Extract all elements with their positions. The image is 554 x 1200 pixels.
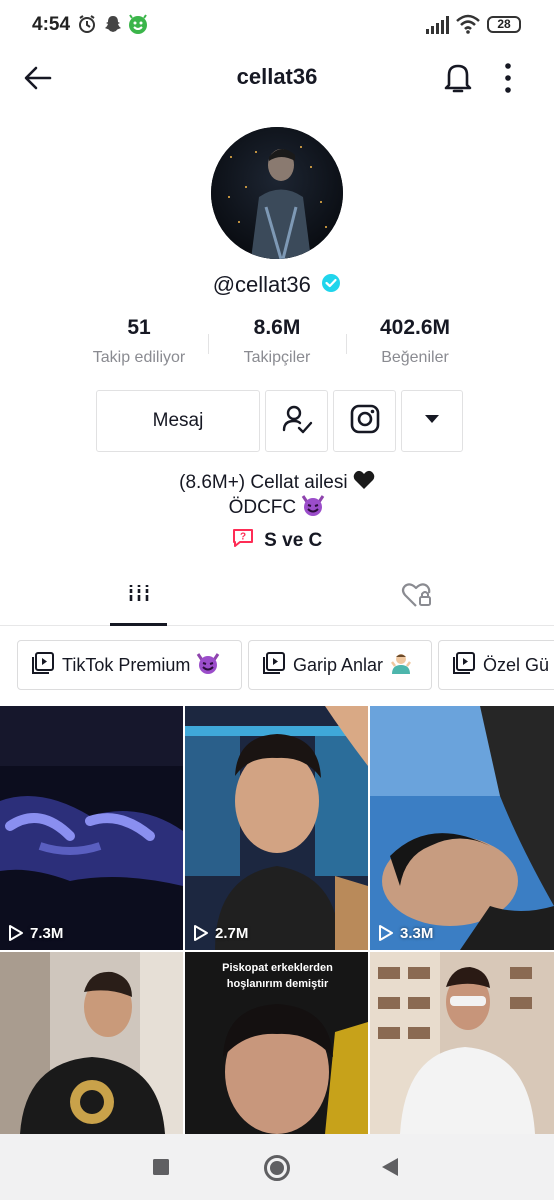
following-check-icon xyxy=(281,403,313,440)
view-count: 7.3M xyxy=(8,924,63,942)
video-caption-line: hoşlanırım demiştir xyxy=(226,978,329,990)
play-icon xyxy=(194,925,208,941)
bio-line-1: (8.6M+) Cellat ailesi xyxy=(0,470,554,496)
view-count: 3.3M xyxy=(378,924,433,942)
view-count: 2.7M xyxy=(193,924,248,942)
smiling-devil-icon xyxy=(301,494,325,522)
battery-icon: 28 xyxy=(487,16,521,33)
message-button-label: Mesaj xyxy=(152,410,204,431)
black-heart-icon xyxy=(353,470,375,496)
playlist-chip[interactable]: Garip Anlar xyxy=(248,640,432,690)
status-bar: 4:54 28 xyxy=(0,0,554,50)
smiling-devil-icon xyxy=(196,652,220,679)
profile-stats: 51 Takip ediliyor 8.6M Takipçiler 402.6M… xyxy=(70,316,484,376)
stat-likes[interactable]: 402.6M Beğeniler xyxy=(346,316,484,367)
more-vertical-icon[interactable] xyxy=(502,62,514,99)
video-thumbnail[interactable]: 7.3M xyxy=(0,706,183,950)
bio-link[interactable]: ? S ve C xyxy=(0,528,554,553)
status-time: 4:54 xyxy=(32,14,71,35)
verified-badge-icon xyxy=(321,273,341,298)
bio-text-2: ÖDCFC xyxy=(228,497,297,519)
avatar[interactable] xyxy=(211,127,343,259)
playlist-icon xyxy=(31,651,55,680)
video-caption-line: Piskopat erkeklerden xyxy=(222,962,333,974)
username: @cellat36 xyxy=(212,272,311,297)
video-thumbnail[interactable] xyxy=(0,952,183,1134)
bio-line-2: ÖDCFC xyxy=(0,494,554,522)
playlist-icon xyxy=(452,651,476,680)
video-thumbnail[interactable]: Piskopat erkeklerden hoşlanırım demiştir xyxy=(185,952,368,1134)
playlist-row: TikTok Premium Garip Anlar Özel Gü xyxy=(0,640,554,692)
view-count-label: 3.3M xyxy=(400,924,434,942)
playlist-icon xyxy=(262,651,286,680)
grid-icon xyxy=(127,581,151,610)
notification-app-icon xyxy=(127,14,149,41)
stat-label: Takipçiler xyxy=(243,349,311,366)
play-icon xyxy=(9,925,23,941)
wifi-icon xyxy=(456,14,480,39)
message-button[interactable]: Mesaj xyxy=(96,390,260,452)
video-thumbnail[interactable]: 3.3M xyxy=(370,706,554,950)
profile-tabs xyxy=(0,568,554,626)
playlist-chip[interactable]: TikTok Premium xyxy=(17,640,242,690)
following-button[interactable] xyxy=(265,390,328,452)
stat-following[interactable]: 51 Takip ediliyor xyxy=(70,316,208,367)
tab-liked[interactable] xyxy=(388,568,445,626)
question-message-icon: ? xyxy=(232,528,254,553)
video-thumbnail[interactable]: 2.7M xyxy=(185,706,368,950)
back-triangle-icon[interactable] xyxy=(380,1156,400,1183)
bell-icon[interactable] xyxy=(443,61,473,100)
username-row: @cellat36 xyxy=(0,272,554,298)
stat-label: Beğeniler xyxy=(381,349,449,366)
playlist-label: Garip Anlar xyxy=(293,654,384,675)
stat-value: 8.6M xyxy=(253,316,301,339)
bio-text-1: (8.6M+) Cellat ailesi xyxy=(179,472,348,494)
snapchat-icon xyxy=(103,14,123,39)
view-count-label: 7.3M xyxy=(30,924,64,942)
svg-text:?: ? xyxy=(240,532,246,543)
bio-link-label: S ve C xyxy=(264,529,323,551)
more-options-button[interactable] xyxy=(401,390,463,452)
stat-value: 51 xyxy=(127,316,151,339)
tab-videos[interactable] xyxy=(110,568,167,626)
playlist-chip[interactable]: Özel Gü xyxy=(438,640,554,690)
instagram-button[interactable] xyxy=(333,390,396,452)
system-nav-bar xyxy=(0,1134,554,1200)
view-count-label: 2.7M xyxy=(215,924,249,942)
stat-label: Takip ediliyor xyxy=(92,349,186,366)
instagram-icon xyxy=(350,404,380,439)
recents-square-icon[interactable] xyxy=(152,1158,170,1181)
top-bar: cellat36 xyxy=(0,50,554,106)
alarm-icon xyxy=(77,14,97,39)
heart-lock-icon xyxy=(401,581,433,614)
signal-icon xyxy=(426,16,450,39)
playlist-label: Özel Gü xyxy=(483,654,550,675)
person-shrugging-icon xyxy=(389,652,413,679)
dropdown-triangle-icon xyxy=(423,412,441,430)
playlist-label: TikTok Premium xyxy=(62,654,191,675)
stat-followers[interactable]: 8.6M Takipçiler xyxy=(208,316,346,367)
video-grid: 7.3M 2.7M 3.3M Piskopat erkeklerden hoşl… xyxy=(0,706,554,1134)
home-circle-icon[interactable] xyxy=(263,1154,291,1187)
stat-value: 402.6M xyxy=(379,316,451,339)
video-caption: Piskopat erkeklerden hoşlanırım demiştir xyxy=(185,960,368,992)
play-icon xyxy=(379,925,393,941)
video-thumbnail[interactable] xyxy=(370,952,554,1134)
